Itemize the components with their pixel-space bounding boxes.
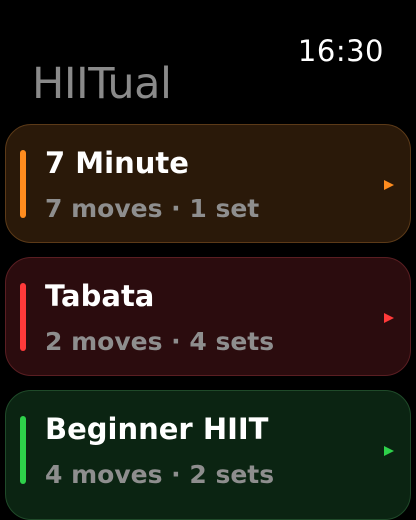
workout-card-beginner-hiit[interactable]: Beginner HIIT 4 moves · 2 sets (5, 390, 411, 520)
workout-accent-bar (20, 283, 26, 351)
status-time: 16:30 (297, 34, 384, 68)
workout-card-tabata[interactable]: Tabata 2 moves · 4 sets (5, 257, 411, 376)
workout-name: 7 Minute (45, 146, 189, 180)
workout-name: Beginner HIIT (45, 412, 269, 446)
workout-meta: 7 moves · 1 set (45, 194, 260, 223)
workout-meta: 4 moves · 2 sets (45, 460, 275, 489)
chevron-right-icon (384, 180, 394, 190)
workout-name: Tabata (45, 279, 155, 313)
workout-meta: 2 moves · 4 sets (45, 327, 275, 356)
workout-accent-bar (20, 416, 26, 484)
workout-accent-bar (20, 150, 26, 218)
chevron-right-icon (384, 313, 394, 323)
page-title: HIITual (32, 59, 172, 109)
workout-card-7-minute[interactable]: 7 Minute 7 moves · 1 set (5, 124, 411, 243)
chevron-right-icon (384, 446, 394, 456)
